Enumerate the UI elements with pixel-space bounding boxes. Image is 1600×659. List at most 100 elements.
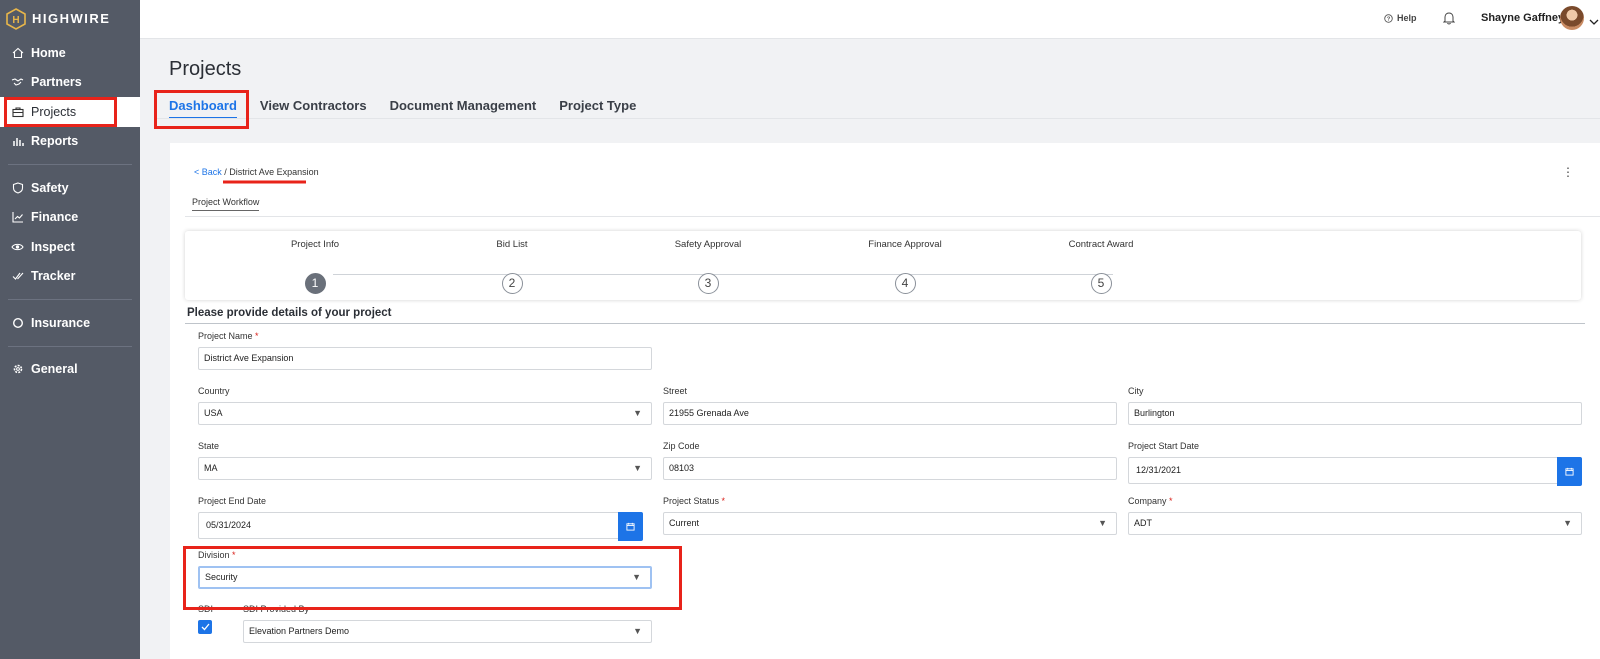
select-value: USA <box>204 408 223 418</box>
required-mark: * <box>255 331 259 341</box>
tab-project-type[interactable]: Project Type <box>559 98 636 119</box>
user-name[interactable]: Shayne Gaffney <box>1481 12 1564 24</box>
street-input[interactable]: 21955 Grenada Ave <box>663 402 1117 425</box>
section-title: Please provide details of your project <box>187 307 392 319</box>
tab-divider <box>154 118 1600 119</box>
project-status-field: Project Status * Current ▼ <box>663 496 1117 535</box>
field-label: Country <box>198 386 230 396</box>
dropdown-arrow-icon: ▼ <box>1098 518 1107 528</box>
field-label: City <box>1128 386 1144 396</box>
step-finance-approval[interactable]: Finance Approval 4 <box>825 239 985 294</box>
sidebar-item-tracker[interactable]: Tracker <box>0 262 140 292</box>
sdi-checkbox[interactable] <box>198 620 212 634</box>
end-date-field: Project End Date 05/31/2024 <box>198 496 643 541</box>
sidebar-item-home[interactable]: Home <box>0 38 140 68</box>
sidebar-divider <box>8 299 132 300</box>
step-number: 1 <box>304 273 326 294</box>
sidebar-item-general[interactable]: General <box>0 355 140 385</box>
step-bid-list[interactable]: Bid List 2 <box>432 239 592 294</box>
dropdown-arrow-icon: ▼ <box>633 626 642 636</box>
subtab-divider <box>185 216 1600 217</box>
chevron-down-icon[interactable] <box>1589 13 1599 31</box>
sidebar-item-label: Safety <box>31 180 69 195</box>
sidebar-nav: Home Partners Projects Reports Safety Fi… <box>0 38 140 384</box>
hexagon-logo-icon: H <box>6 7 26 30</box>
calendar-icon[interactable] <box>1557 457 1582 486</box>
step-label: Safety Approval <box>674 239 742 250</box>
step-safety-approval[interactable]: Safety Approval 3 <box>628 239 788 294</box>
avatar[interactable] <box>1560 6 1584 30</box>
help-label: Help <box>1397 13 1417 23</box>
field-label: Zip Code <box>663 441 700 451</box>
workflow-stepper: Project Info 1 Bid List 2 Safety Approva… <box>185 231 1581 300</box>
more-options-icon[interactable]: ⋮ <box>1562 165 1574 179</box>
project-status-select[interactable]: Current ▼ <box>663 512 1117 535</box>
step-project-info[interactable]: Project Info 1 <box>235 239 395 294</box>
svg-text:?: ? <box>1387 16 1391 22</box>
handshake-icon <box>11 76 24 89</box>
bar-chart-icon <box>11 135 24 148</box>
sidebar-item-reports[interactable]: Reports <box>0 127 140 157</box>
step-contract-award[interactable]: Contract Award 5 <box>1021 239 1181 294</box>
company-select[interactable]: ADT ▼ <box>1128 512 1582 535</box>
dropdown-arrow-icon: ▼ <box>633 463 642 473</box>
state-field: State MA ▼ <box>198 441 652 480</box>
sdi-provider-select[interactable]: Elevation Partners Demo ▼ <box>243 620 652 643</box>
sidebar-item-safety[interactable]: Safety <box>0 173 140 203</box>
step-label: Project Info <box>290 239 340 250</box>
project-name-input[interactable]: District Ave Expansion <box>198 347 652 370</box>
zip-field: Zip Code 08103 <box>663 441 1117 480</box>
required-mark: * <box>1169 496 1173 506</box>
country-field: Country USA ▼ <box>198 386 652 425</box>
sidebar-divider <box>8 164 132 165</box>
sidebar-item-label: Inspect <box>31 239 75 254</box>
field-label: Street <box>663 386 688 396</box>
step-label: Finance Approval <box>868 239 942 250</box>
tab-document-management[interactable]: Document Management <box>390 98 537 119</box>
select-value: MA <box>204 463 218 473</box>
breadcrumb-annotation-underline <box>223 180 306 184</box>
help-link[interactable]: ? Help <box>1384 13 1417 23</box>
sidebar-item-finance[interactable]: Finance <box>0 203 140 233</box>
step-label: Contract Award <box>1068 239 1134 250</box>
breadcrumb-current: District Ave Expansion <box>229 167 319 177</box>
gear-icon <box>11 363 24 376</box>
start-date-input[interactable]: 12/31/2021 <box>1128 457 1582 486</box>
page-title: Projects <box>169 58 242 80</box>
home-icon <box>11 46 24 59</box>
step-number: 5 <box>1090 273 1112 294</box>
end-date-input[interactable]: 05/31/2024 <box>198 512 643 541</box>
question-circle-icon: ? <box>1384 13 1393 23</box>
back-link[interactable]: < Back <box>194 167 222 177</box>
date-value: 12/31/2021 <box>1136 465 1182 475</box>
sidebar-item-label: Home <box>31 45 66 60</box>
field-label: State <box>198 441 220 451</box>
check-icon <box>201 623 210 631</box>
brand-logo[interactable]: H HIGHWIRE <box>0 0 140 37</box>
tab-view-contractors[interactable]: View Contractors <box>260 98 367 119</box>
required-mark: * <box>721 496 726 506</box>
double-check-icon <box>11 270 24 283</box>
projects-annotation-box <box>4 97 117 127</box>
calendar-icon[interactable] <box>618 512 643 541</box>
step-number: 2 <box>501 273 523 294</box>
top-bar: ? Help Shayne Gaffney <box>140 0 1600 39</box>
eye-icon <box>11 240 24 253</box>
sidebar-item-label: Finance <box>31 210 79 225</box>
bell-icon[interactable] <box>1442 11 1456 30</box>
street-field: Street 21955 Grenada Ave <box>663 386 1117 425</box>
sidebar-item-inspect[interactable]: Inspect <box>0 232 140 262</box>
field-label: Project End Date <box>198 496 267 506</box>
state-select[interactable]: MA ▼ <box>198 457 652 480</box>
tab-project-workflow[interactable]: Project Workflow <box>192 197 260 211</box>
start-date-field: Project Start Date 12/31/2021 <box>1128 441 1582 486</box>
country-select[interactable]: USA ▼ <box>198 402 652 425</box>
company-field: Company * ADT ▼ <box>1128 496 1582 535</box>
zip-input[interactable]: 08103 <box>663 457 1117 480</box>
sidebar-item-insurance[interactable]: Insurance <box>0 308 140 338</box>
sidebar-item-label: General <box>31 362 78 377</box>
sidebar-item-partners[interactable]: Partners <box>0 68 140 98</box>
city-input[interactable]: Burlington <box>1128 402 1582 425</box>
dropdown-arrow-icon: ▼ <box>1563 518 1572 528</box>
city-field: City Burlington <box>1128 386 1582 425</box>
